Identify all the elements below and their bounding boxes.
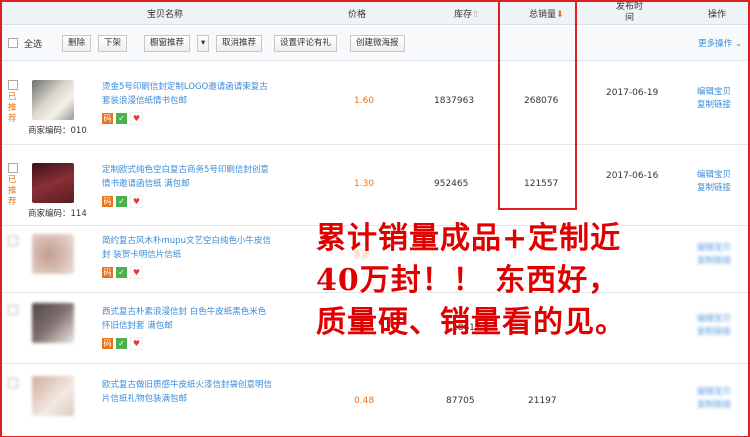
product-thumbnail[interactable]: [32, 234, 74, 274]
edit-item-link[interactable]: 编辑宝贝: [697, 386, 731, 399]
table-row: 已推荐 商家编码：010 烫金5号印刷信封定制LOGO邀请函请柬复古套装浪漫信纸…: [2, 62, 748, 145]
product-thumbnail[interactable]: [32, 303, 74, 343]
more-ops-link[interactable]: 更多操作 ⌄: [698, 37, 742, 49]
promo-line-2: 40万封！！ 东西好，: [316, 263, 620, 298]
table-header: 宝贝名称 价格 库存⇧ 总销量⬇ 发布时间 操作: [2, 2, 748, 25]
row-ops: 编辑宝贝 复制链接: [697, 386, 731, 412]
copy-link-link[interactable]: 复制链接: [697, 182, 731, 195]
header-date-line2: 间: [625, 13, 635, 23]
set-review-gift-button[interactable]: 设置评论有礼: [274, 35, 338, 52]
product-thumbnail[interactable]: [32, 163, 74, 203]
recommended-badge: 已推荐: [8, 175, 17, 207]
header-stock[interactable]: 库存⇧: [454, 7, 480, 20]
code-icon[interactable]: 码: [102, 267, 113, 278]
check-icon[interactable]: ✓: [116, 338, 127, 349]
row-icons: 码 ✓ ♥: [102, 112, 146, 125]
check-icon[interactable]: ✓: [116, 113, 127, 124]
row-ops: 编辑宝贝 复制链接: [697, 86, 731, 112]
publish-date: 2017-06-16: [606, 171, 659, 181]
promo-line-1: 累计销量成品+定制近: [316, 221, 622, 256]
stock: 1837963: [434, 96, 475, 106]
header-stock-label: 库存: [454, 10, 473, 20]
sort-arrow-icon: ⇧: [472, 10, 480, 20]
cancel-recommend-button[interactable]: 取消推荐: [216, 35, 263, 52]
header-date-line1: 发布时: [616, 2, 644, 12]
delete-button[interactable]: 删除: [62, 35, 92, 52]
stock: 952465: [434, 179, 469, 189]
check-icon[interactable]: ✓: [116, 267, 127, 278]
table-row: 已推荐 商家编码：114 定制欧式纯色空白复古商务5号印刷信封创意情书邀请函信纸…: [2, 145, 748, 226]
code-icon[interactable]: 码: [102, 196, 113, 207]
header-name: 宝贝名称: [147, 10, 184, 20]
showcase-button[interactable]: 橱窗推荐: [144, 35, 191, 52]
edit-item-link[interactable]: 编辑宝贝: [697, 169, 731, 182]
create-poster-button[interactable]: 创建微海报: [350, 35, 405, 52]
sales: 21197: [528, 396, 557, 406]
row-checkbox[interactable]: [8, 378, 18, 388]
select-all-checkbox[interactable]: [8, 38, 18, 48]
product-title-link[interactable]: 简约复古风木朴mupu文艺空白纯色小牛皮信封 装贺卡明信片信纸: [102, 234, 272, 262]
toolbar: 全选 删除 下架 橱窗推荐 ▾ 取消推荐 设置评论有礼 创建微海报 更多操作 ⌄: [2, 26, 748, 61]
heart-icon[interactable]: ♥: [130, 266, 143, 279]
header-date[interactable]: 发布时间: [616, 2, 643, 24]
merchant-code: 商家编码：114: [28, 209, 87, 219]
product-title-link[interactable]: 定制欧式纯色空白复古商务5号印刷信封创意情书邀请函信纸 满包邮: [102, 163, 272, 191]
promo-line-3: 质量硬、销量看的见。: [316, 305, 626, 340]
row-icons: 码 ✓ ♥: [102, 266, 146, 279]
heart-icon[interactable]: ♥: [130, 337, 143, 350]
product-title-link[interactable]: 欧式复古做旧质感牛皮纸火漆信封袋创意明信片信纸礼物包装满包邮: [102, 378, 272, 406]
sales-highlight-box: [498, 0, 577, 210]
code-icon[interactable]: 码: [102, 113, 113, 124]
heart-icon[interactable]: ♥: [130, 195, 143, 208]
recommended-badge: 已推荐: [8, 92, 17, 124]
heart-icon[interactable]: ♥: [130, 112, 143, 125]
header-ops: 操作: [708, 10, 727, 20]
price: 1.60: [354, 96, 375, 106]
header-price: 价格: [348, 10, 367, 20]
row-icons: 码 ✓ ♥: [102, 195, 146, 208]
offshelf-button[interactable]: 下架: [98, 35, 128, 52]
edit-item-link[interactable]: 编辑宝贝: [697, 86, 731, 99]
row-ops: 编辑宝贝 复制链接: [697, 169, 731, 195]
price: 0.48: [354, 396, 375, 406]
table-row: 欧式复古做旧质感牛皮纸火漆信封袋创意明信片信纸礼物包装满包邮 0.48 8770…: [2, 364, 748, 436]
product-thumbnail[interactable]: [32, 376, 74, 416]
row-checkbox[interactable]: [8, 163, 18, 173]
check-icon[interactable]: ✓: [116, 196, 127, 207]
code-icon[interactable]: 码: [102, 338, 113, 349]
merchant-code: 商家编码：010: [28, 126, 87, 136]
row-checkbox[interactable]: [8, 236, 18, 246]
row-checkbox[interactable]: [8, 80, 18, 90]
row-icons: 码 ✓ ♥: [102, 337, 146, 350]
select-all-label: 全选: [24, 40, 43, 50]
copy-link-link[interactable]: 复制链接: [697, 99, 731, 112]
product-thumbnail[interactable]: [32, 80, 74, 120]
product-title-link[interactable]: 西式复古朴素浪漫信封 白色牛皮纸黑色米色 怀旧信封套 满包邮: [102, 305, 272, 333]
publish-date: 2017-06-19: [606, 88, 659, 98]
promo-overlay-text: 累计销量成品+定制近 40万封！！ 东西好， 质量硬、销量看的见。: [316, 218, 746, 344]
stock: 87705: [446, 396, 475, 406]
price: 1.30: [354, 179, 375, 189]
copy-link-link[interactable]: 复制链接: [697, 399, 731, 412]
product-title-link[interactable]: 烫金5号印刷信封定制LOGO邀请函请柬复古套装浪漫信纸情书包邮: [102, 80, 272, 108]
showcase-dropdown-icon[interactable]: ▾: [197, 35, 210, 52]
row-checkbox[interactable]: [8, 305, 18, 315]
